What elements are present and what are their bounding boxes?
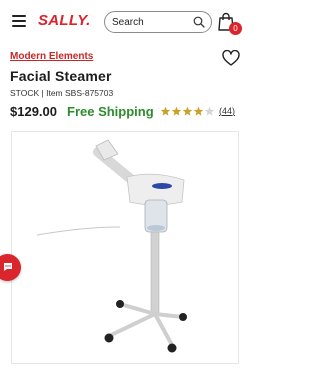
heart-icon[interactable] xyxy=(222,50,240,66)
search-box[interactable] xyxy=(104,11,212,33)
item-number: SBS-875703 xyxy=(65,88,114,98)
stock-status: STOCK xyxy=(10,88,40,98)
product-meta: STOCK | Item SBS-875703 xyxy=(10,88,113,98)
star-rating[interactable] xyxy=(160,106,216,117)
review-count-value: 44 xyxy=(222,106,233,116)
product-price: $129.00 xyxy=(10,104,57,119)
search-input[interactable] xyxy=(112,15,192,29)
star-icon xyxy=(204,106,215,116)
star-icon xyxy=(182,106,193,116)
product-title: Facial Steamer xyxy=(10,68,112,84)
star-icon xyxy=(160,106,171,116)
site-header: SALLY. 0 xyxy=(0,0,250,44)
hamburger-icon[interactable] xyxy=(12,15,26,27)
sally-logo[interactable]: SALLY. xyxy=(38,12,91,29)
star-icon xyxy=(193,106,204,116)
search-icon[interactable] xyxy=(193,16,205,28)
cart-count-badge[interactable]: 0 xyxy=(229,22,242,35)
star-icon xyxy=(171,106,182,116)
chat-icon xyxy=(4,263,12,271)
brand-link[interactable]: Modern Elements xyxy=(10,51,93,62)
item-label: Item xyxy=(46,88,63,98)
facial-steamer-illustration xyxy=(36,139,187,353)
product-image[interactable] xyxy=(11,131,239,364)
review-count-link[interactable]: (44) xyxy=(219,106,235,116)
free-shipping-label: Free Shipping xyxy=(67,104,154,119)
